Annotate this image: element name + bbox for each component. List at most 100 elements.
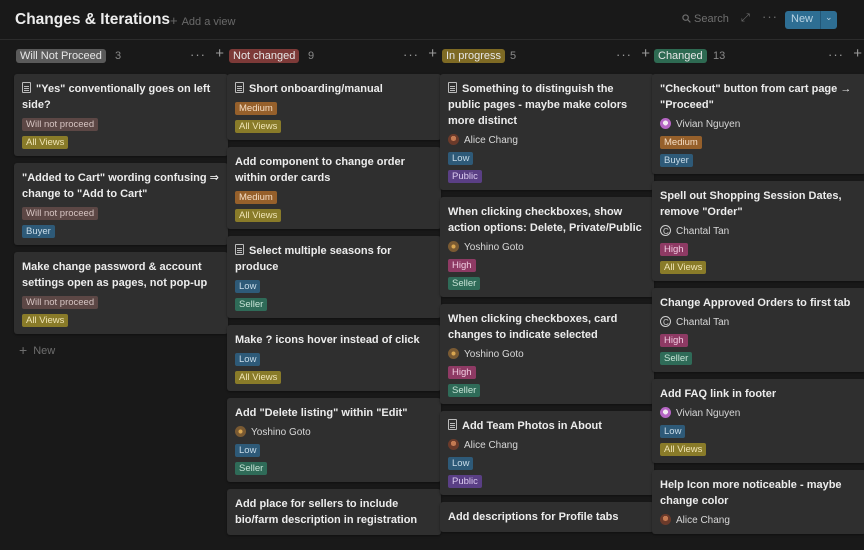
column-header: Will Not Proceed 3 ··· + [14, 45, 228, 65]
card-assignee: Chantal Tan [660, 225, 858, 238]
column-add-icon[interactable]: + [215, 45, 224, 62]
card-tag: Medium [660, 136, 702, 149]
board-card[interactable]: "Checkout" button from cart page → "Proc… [652, 74, 864, 174]
board-card[interactable]: Add descriptions for Profile tabs [440, 502, 654, 532]
tag-row: Medium [660, 131, 858, 149]
card-title: Make ? icons hover instead of click [235, 332, 433, 348]
column-add-icon[interactable]: + [641, 45, 650, 62]
card-list: "Checkout" button from cart page → "Proc… [652, 74, 864, 541]
card-tag: Low [235, 280, 261, 293]
board-card[interactable]: Add FAQ link in footer Vivian Nguyen Low Al… [652, 379, 864, 463]
plus-icon: + [170, 13, 178, 28]
card-title: Add FAQ link in footer [660, 386, 858, 402]
column-header: Not changed 9 ··· + [227, 45, 441, 65]
tag-row: Buyer [22, 220, 220, 238]
board-card[interactable]: Make ? icons hover instead of click Low Al… [227, 325, 441, 391]
board-card[interactable]: "Added to Cart" wording confusing ⇒ chan… [14, 163, 228, 245]
column-header: Changed 13 ··· + [652, 45, 864, 65]
column-more-icon[interactable]: ··· [190, 47, 206, 62]
board-card[interactable]: Add component to change order within ord… [227, 147, 441, 229]
card-tag: High [660, 243, 688, 256]
card-tag: Public [448, 170, 482, 183]
card-title-text: Make change password & account settings … [22, 261, 208, 289]
board-card[interactable]: Select multiple seasons for produce Low Se… [227, 236, 441, 318]
assignee-name: Yoshino Goto [251, 427, 311, 438]
board-column: In progress 5 ··· + Something to distinguish… [440, 45, 654, 532]
card-assignee: Alice Chang [448, 134, 646, 147]
tag-row: High [448, 254, 646, 272]
card-tag: All Views [660, 261, 707, 274]
column-status-tag[interactable]: Changed [654, 49, 707, 63]
card-tag: Seller [660, 352, 693, 365]
board-column: Not changed 9 ··· + Short onboarding/manual M… [227, 45, 441, 535]
card-tag: Seller [235, 298, 268, 311]
board-card[interactable]: Make change password & account settings … [14, 252, 228, 334]
column-status-tag[interactable]: Not changed [229, 49, 300, 63]
board-card[interactable]: Change Approved Orders to first tab Chant… [652, 288, 864, 372]
search-button[interactable]: Search [682, 13, 729, 25]
column-add-icon[interactable]: + [428, 45, 437, 62]
board-card[interactable]: When clicking checkboxes, show action op… [440, 197, 654, 297]
card-tag: High [448, 259, 476, 272]
card-title: Add Team Photos in About [448, 418, 646, 434]
add-card-button[interactable]: + New [14, 342, 228, 358]
card-title: Change Approved Orders to first tab [660, 295, 858, 311]
card-assignee: Alice Chang [448, 439, 646, 452]
board-card[interactable]: "Yes" conventionally goes on left side? W… [14, 74, 228, 156]
assignee-name: Alice Chang [676, 515, 730, 526]
card-title-text: When clicking checkboxes, show action op… [448, 206, 642, 234]
tag-row: Seller [235, 457, 433, 475]
avatar [235, 426, 246, 437]
tag-row: Seller [235, 293, 433, 311]
card-tag: All Views [22, 136, 69, 149]
board-card[interactable]: Add place for sellers to include bio/far… [227, 489, 441, 535]
card-title-text: Add Team Photos in About [462, 420, 602, 432]
tag-row: Will not proceed [22, 291, 220, 309]
card-title-text: Something to distinguish the public page… [448, 83, 628, 127]
more-options-icon[interactable]: ··· [762, 9, 778, 24]
card-title: Short onboarding/manual [235, 81, 433, 97]
card-tag: Low [660, 425, 686, 438]
page-icon [235, 244, 244, 255]
chevron-down-icon[interactable]: ⌄ [825, 12, 833, 23]
column-status-tag[interactable]: Will Not Proceed [16, 49, 106, 63]
column-more-icon[interactable]: ··· [616, 47, 632, 62]
tag-row: Will not proceed [22, 113, 220, 131]
card-tag: Will not proceed [22, 296, 99, 309]
board-card[interactable]: Help Icon more noticeable - maybe change… [652, 470, 864, 534]
tag-row: All Views [235, 115, 433, 133]
board-card[interactable]: Add Team Photos in About Alice Chang Low Pu… [440, 411, 654, 495]
board-card[interactable]: Something to distinguish the public page… [440, 74, 654, 190]
card-tag: Medium [235, 102, 277, 115]
board-card[interactable]: When clicking checkboxes, card changes t… [440, 304, 654, 404]
avatar [448, 241, 459, 252]
card-list: Something to distinguish the public page… [440, 74, 654, 539]
column-more-icon[interactable]: ··· [403, 47, 419, 62]
column-status-tag[interactable]: In progress [442, 49, 506, 63]
board-card[interactable]: Short onboarding/manual Medium All Views [227, 74, 441, 140]
expand-icon[interactable]: ⤢ [741, 12, 750, 25]
card-list: "Yes" conventionally goes on left side? W… [14, 74, 228, 358]
tag-row: All Views [235, 204, 433, 222]
card-assignee: Yoshino Goto [448, 241, 646, 254]
tag-row: All Views [660, 256, 858, 274]
card-tag: Medium [235, 191, 277, 204]
add-view-button[interactable]: + Add a view [170, 13, 235, 28]
search-label: Search [694, 13, 729, 25]
new-button-separator [820, 11, 821, 29]
card-tag: All Views [22, 314, 69, 327]
card-tag: All Views [660, 443, 707, 456]
header-divider [0, 39, 864, 40]
card-title-text: Change Approved Orders to first tab [660, 297, 851, 309]
board-column: Will Not Proceed 3 ··· + "Yes" conventionall… [14, 45, 228, 358]
column-more-icon[interactable]: ··· [828, 47, 844, 62]
assignee-name: Yoshino Goto [464, 349, 524, 360]
card-tag: Seller [448, 384, 481, 397]
card-assignee: Yoshino Goto [448, 348, 646, 361]
board-card[interactable]: Add "Delete listing" within "Edit" Yoshin… [227, 398, 441, 482]
card-title-text: Short onboarding/manual [249, 83, 383, 95]
column-add-icon[interactable]: + [853, 45, 862, 62]
new-button[interactable]: New ⌄ [785, 11, 837, 29]
board-card[interactable]: Spell out Shopping Session Dates, remove… [652, 181, 864, 281]
card-assignee: Chantal Tan [660, 316, 858, 329]
